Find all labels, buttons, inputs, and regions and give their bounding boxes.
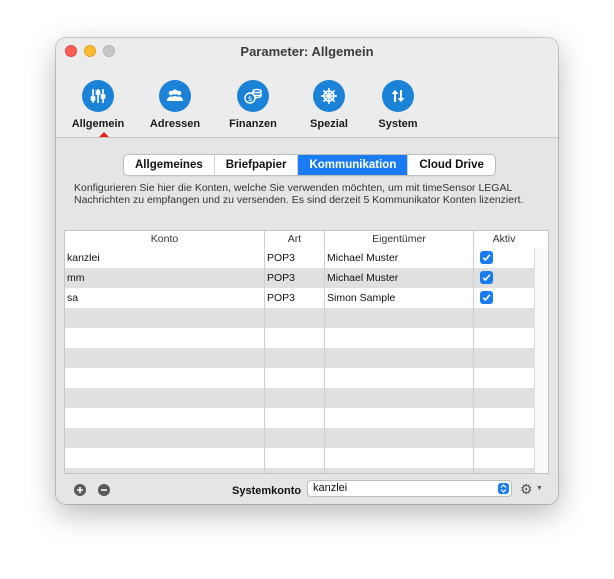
toolbar-label: Finanzen	[229, 118, 277, 130]
aktiv-checkbox[interactable]	[480, 291, 493, 304]
people-icon	[159, 80, 191, 112]
tab-kommunikation[interactable]: Kommunikation	[298, 155, 409, 175]
tab-cloud-drive[interactable]: Cloud Drive	[408, 155, 495, 175]
checkmark-icon	[482, 294, 491, 302]
toolbar-label: Spezial	[310, 118, 348, 130]
toolbar-item-system[interactable]: System	[363, 80, 433, 130]
chevron-down-icon[interactable]: ▼	[536, 485, 543, 492]
cell-art: POP3	[267, 292, 296, 304]
column-divider[interactable]	[324, 231, 325, 473]
aktiv-checkbox[interactable]	[480, 251, 493, 264]
coins-icon: $	[237, 80, 269, 112]
toolbar-item-adressen[interactable]: Adressen	[140, 80, 210, 130]
aktiv-checkbox[interactable]	[480, 271, 493, 284]
toolbar-label: Adressen	[149, 118, 201, 130]
empty-row	[65, 368, 534, 388]
header-aktiv[interactable]: Aktiv	[474, 233, 534, 245]
add-account-button[interactable]	[74, 484, 86, 496]
title-bar: Parameter: Allgemein	[56, 38, 558, 66]
svg-text:$: $	[248, 95, 252, 103]
checkmark-icon	[482, 274, 491, 282]
systemkonto-label: Systemkonto	[232, 485, 302, 497]
table-row[interactable]: sa POP3 Simon Sample	[65, 288, 534, 308]
description-text: Konfigurieren Sie hier die Konten, welch…	[74, 182, 524, 206]
minus-circle-icon	[101, 489, 107, 491]
cell-eigentuemer: Michael Muster	[327, 252, 399, 264]
remove-account-button[interactable]	[98, 484, 110, 496]
arrows-icon	[382, 80, 414, 112]
empty-row	[65, 328, 534, 348]
cell-konto: sa	[67, 292, 79, 304]
header-art[interactable]: Art	[265, 233, 324, 245]
cell-art: POP3	[267, 252, 296, 264]
bottom-bar: Systemkonto kanzlei ⚙ ▼	[56, 478, 558, 504]
wheel-icon	[313, 80, 345, 112]
toolbar-item-allgemein[interactable]: Allgemein	[63, 80, 133, 130]
toolbar-label: Allgemein	[71, 118, 125, 130]
column-divider[interactable]	[473, 231, 474, 473]
cell-konto: mm	[67, 272, 85, 284]
cell-eigentuemer: Michael Muster	[327, 272, 399, 284]
updown-chevron-icon	[498, 483, 509, 494]
vertical-scrollbar[interactable]	[534, 248, 548, 473]
header-konto[interactable]: Konto	[65, 233, 264, 245]
gear-icon[interactable]: ⚙	[520, 481, 533, 498]
accounts-table[interactable]: Konto Art Eigentümer Aktiv kanzlei POP3 …	[64, 230, 549, 474]
toolbar-item-spezial[interactable]: Spezial	[294, 80, 364, 130]
empty-row	[65, 308, 534, 328]
checkmark-icon	[482, 254, 491, 262]
plus-circle-icon	[77, 487, 83, 493]
toolbar-item-finanzen[interactable]: $ Finanzen	[218, 80, 288, 130]
systemkonto-value: kanzlei	[313, 482, 348, 494]
systemkonto-select[interactable]: kanzlei	[307, 480, 512, 497]
tab-bar: Allgemeines Briefpapier Kommunikation Cl…	[123, 154, 496, 176]
cell-art: POP3	[267, 272, 296, 284]
empty-row	[65, 388, 534, 408]
empty-row	[65, 428, 534, 448]
toolbar-label: System	[378, 118, 418, 130]
empty-row	[65, 448, 534, 468]
empty-row	[65, 348, 534, 368]
header-eigentuemer[interactable]: Eigentümer	[325, 233, 473, 245]
tab-allgemeines[interactable]: Allgemeines	[124, 155, 215, 175]
preferences-window: Parameter: Allgemein Allgemein Adressen …	[56, 38, 558, 504]
cell-eigentuemer: Simon Sample	[327, 292, 396, 304]
empty-row	[65, 468, 534, 473]
table-row[interactable]: mm POP3 Michael Muster	[65, 268, 534, 288]
table-row[interactable]: kanzlei POP3 Michael Muster	[65, 248, 534, 268]
window-title: Parameter: Allgemein	[240, 44, 374, 59]
preferences-toolbar: Allgemein Adressen $ Finanzen Spezial Sy…	[56, 66, 558, 138]
kommunikation-panel: Allgemeines Briefpapier Kommunikation Cl…	[56, 138, 558, 504]
empty-row	[65, 408, 534, 428]
column-divider[interactable]	[264, 231, 265, 473]
tab-briefpapier[interactable]: Briefpapier	[215, 155, 299, 175]
cell-konto: kanzlei	[67, 252, 100, 264]
sliders-icon	[82, 80, 114, 112]
table-header: Konto Art Eigentümer Aktiv	[65, 231, 548, 249]
